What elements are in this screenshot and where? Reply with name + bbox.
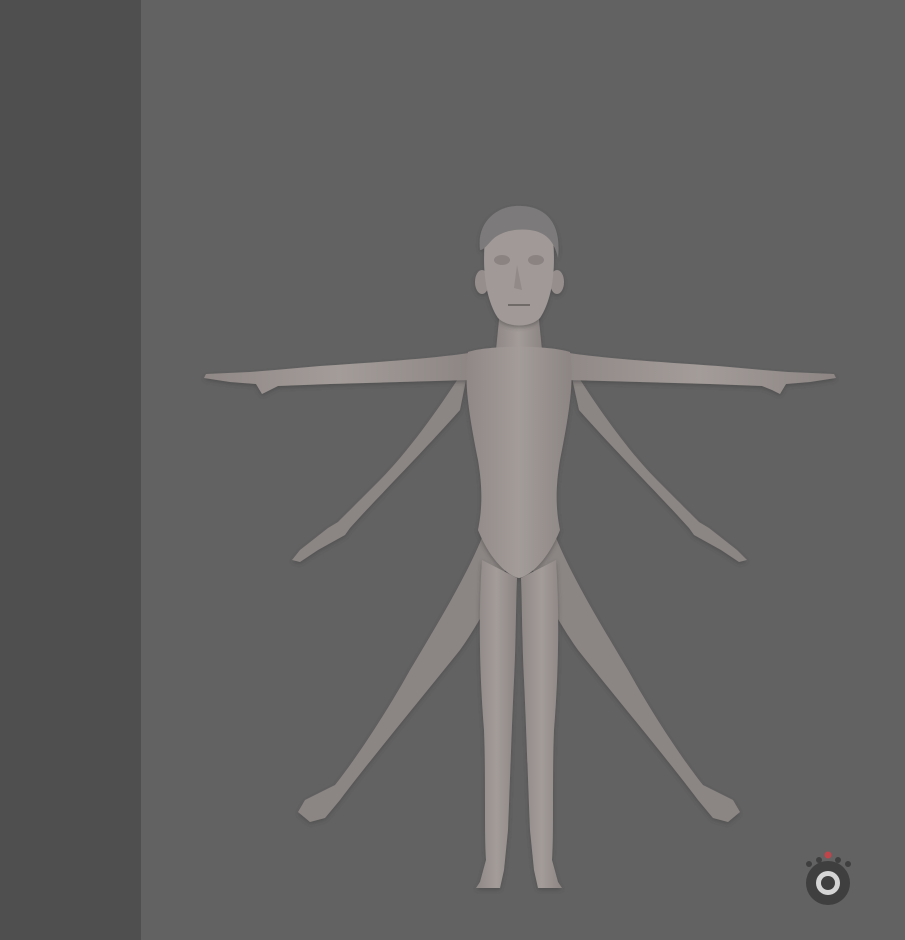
logo-accent-dot xyxy=(824,851,832,859)
right-straight-leg xyxy=(521,560,562,888)
pose-t-pose xyxy=(204,310,836,888)
head xyxy=(475,205,564,326)
logo-center xyxy=(821,876,835,890)
left-straight-leg xyxy=(476,560,517,888)
app-window xyxy=(0,0,905,940)
logo-bump-mid-left xyxy=(816,857,822,863)
logo-bump-left xyxy=(806,861,812,867)
3d-viewport[interactable] xyxy=(141,0,905,940)
logo-bump-mid-right xyxy=(835,857,841,863)
logo-bump-right xyxy=(845,861,851,867)
right-horizontal-arm xyxy=(563,352,836,394)
left-eye xyxy=(494,255,510,265)
left-spread-leg xyxy=(298,530,510,822)
right-spread-leg xyxy=(528,530,740,822)
right-diagonal-arm xyxy=(568,360,747,562)
character-model[interactable] xyxy=(141,0,905,940)
left-diagonal-arm xyxy=(292,360,470,562)
left-horizontal-arm xyxy=(204,352,475,394)
aperture-camera-icon[interactable] xyxy=(804,850,854,908)
right-eye xyxy=(528,255,544,265)
side-panel xyxy=(0,0,141,940)
